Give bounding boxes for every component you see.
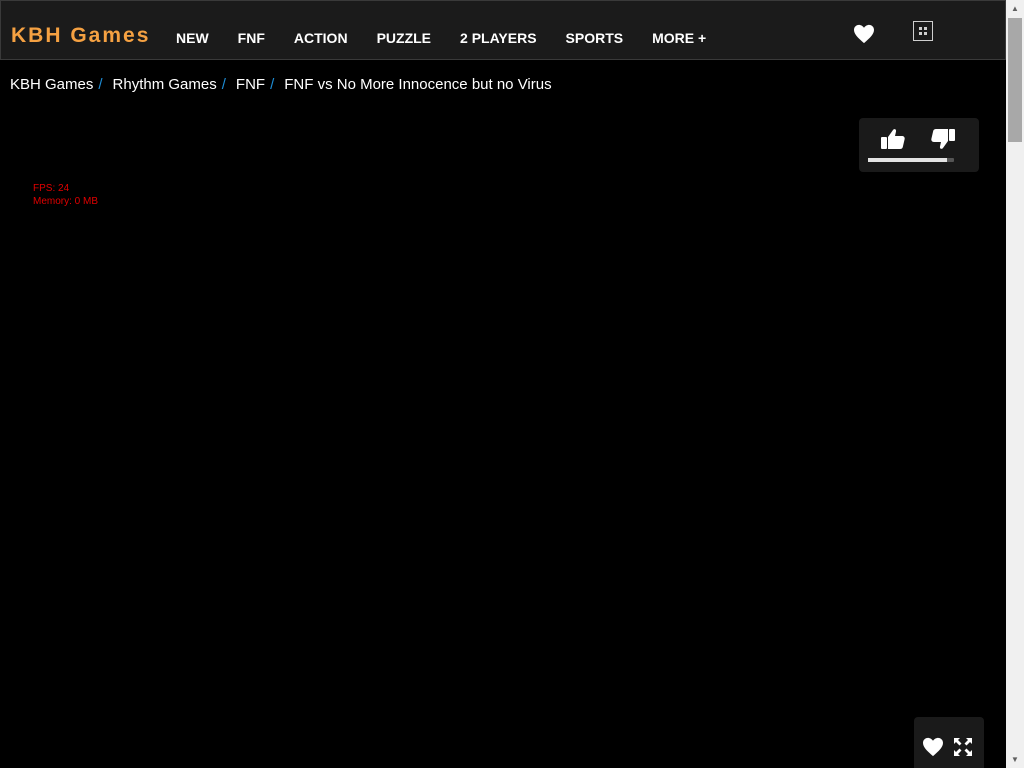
scrollbar-thumb[interactable] [1008, 18, 1022, 142]
fps-counter: FPS: 24 [33, 183, 70, 194]
nav-puzzle[interactable]: PUZZLE [377, 29, 431, 47]
breadcrumb-fnf[interactable]: FNF [236, 76, 265, 94]
heart-icon[interactable] [922, 737, 944, 757]
breadcrumb-separator: / [270, 76, 275, 93]
scroll-down-arrow-icon[interactable]: ▼ [1006, 751, 1024, 768]
favorites-heart-icon[interactable] [853, 24, 875, 44]
main-nav: NEW FNF ACTION PUZZLE 2 PLAYERS SPORTS M… [176, 29, 706, 47]
rating-bar-fill [868, 158, 948, 162]
top-navbar: KBH Games NEW FNF ACTION PUZZLE 2 PLAYER… [0, 0, 1006, 60]
memory-counter: Memory: 0 MB [33, 196, 99, 207]
scroll-up-arrow-icon[interactable]: ▲ [1006, 0, 1024, 17]
page-scrollbar[interactable]: ▲ ▼ [1006, 0, 1024, 768]
nav-fnf[interactable]: FNF [238, 29, 265, 47]
nav-sports[interactable]: SPORTS [566, 29, 624, 47]
debug-stats: FPS: 24 Memory: 0 MB [33, 182, 98, 208]
site-logo[interactable]: KBH Games [11, 23, 150, 49]
rating-bar [868, 158, 954, 162]
breadcrumb-home[interactable]: KBH Games [10, 76, 93, 94]
thumbs-up-icon[interactable] [880, 127, 906, 151]
rating-panel [859, 118, 979, 172]
breadcrumb-separator: / [221, 76, 226, 93]
fullscreen-icon[interactable] [953, 737, 975, 757]
breadcrumb-rhythm-games[interactable]: Rhythm Games [113, 76, 217, 94]
nav-more[interactable]: MORE + [652, 29, 706, 47]
nav-new[interactable]: NEW [176, 29, 209, 47]
nav-2-players[interactable]: 2 PLAYERS [460, 29, 537, 47]
grid-icon[interactable] [913, 21, 933, 41]
game-controls [914, 717, 984, 768]
breadcrumb: KBH Games / Rhythm Games / FNF / FNF vs … [10, 76, 552, 94]
nav-action[interactable]: ACTION [294, 29, 348, 47]
thumbs-down-icon[interactable] [930, 127, 956, 151]
breadcrumb-separator: / [98, 76, 103, 93]
breadcrumb-current-game: FNF vs No More Innocence but no Virus [284, 76, 552, 93]
